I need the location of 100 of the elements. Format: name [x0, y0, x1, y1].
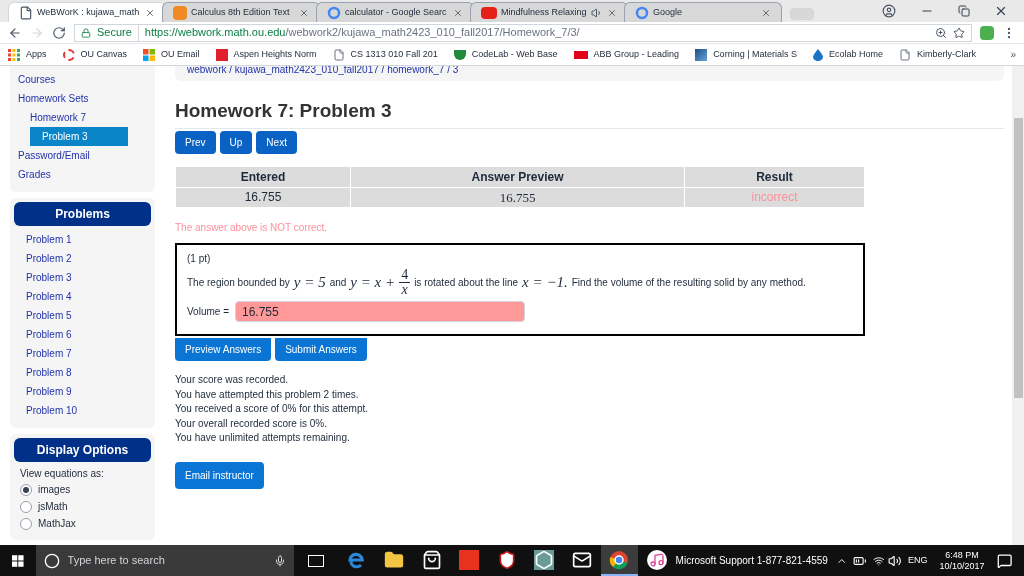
bookmark[interactable]: OU Email	[143, 47, 200, 62]
table-cell: 16.755	[350, 187, 685, 208]
drop-icon	[813, 48, 823, 61]
radio-button[interactable]	[20, 483, 32, 496]
menu-link[interactable]: Grades	[18, 165, 155, 184]
close-tab-icon[interactable]	[145, 7, 155, 18]
menu-link[interactable]: Problem 3	[30, 127, 128, 146]
taskbar-app[interactable]	[600, 545, 639, 576]
action-button[interactable]: Submit Answers	[275, 338, 367, 361]
page-title: Homework 7: Problem 3	[175, 97, 1004, 129]
windows-logo-icon	[143, 48, 156, 61]
status-line: Your overall recorded score is 0%.	[175, 416, 328, 431]
ring-icon	[62, 48, 75, 61]
scrollbar[interactable]	[1012, 66, 1024, 545]
menu-link[interactable]: Password/Email	[18, 146, 155, 165]
tab-title: calculator - Google Searc	[345, 5, 448, 19]
radio-button[interactable]	[20, 500, 32, 513]
square-icon	[215, 48, 228, 61]
restore-icon[interactable]	[958, 5, 970, 17]
problem-link[interactable]: Problem 3	[14, 268, 151, 287]
circle-icon	[43, 552, 60, 569]
bookmark[interactable]: Corning | Materials S	[695, 47, 797, 62]
microphone-icon[interactable]	[274, 554, 287, 567]
page-icon	[899, 48, 912, 61]
hexagon-icon	[534, 549, 555, 570]
nav-button[interactable]: Next	[256, 130, 297, 154]
status-line: Your score was recorded.	[175, 373, 290, 387]
menu-link[interactable]: Homework 7	[30, 108, 155, 127]
lock-icon	[81, 27, 91, 38]
radio-label: jsMath	[38, 500, 68, 514]
menu-link[interactable]: Homework Sets	[18, 89, 155, 108]
problem-link[interactable]: Problem 9	[14, 382, 151, 401]
tile-icon	[695, 48, 708, 61]
column-header: Result	[684, 166, 865, 187]
problem-link[interactable]: Problem 10	[14, 401, 151, 420]
language-indicator[interactable]: ENG	[907, 553, 928, 568]
radio-label: MathJax	[38, 517, 76, 531]
problem-link[interactable]: Problem 1	[14, 230, 151, 249]
more-bookmarks-button[interactable]: »	[1010, 47, 1016, 62]
back-icon[interactable]	[8, 25, 22, 40]
close-tab-icon[interactable]	[299, 7, 309, 18]
column-header: Answer Preview	[350, 166, 685, 187]
close-tab-icon[interactable]	[607, 7, 617, 18]
address-bar[interactable]: Secure https://webwork.math.ou.edu/webwork2/kujawa_math2423_010_fall2017/Homework_7/3/	[74, 23, 972, 42]
bookmark[interactable]: Apps	[8, 47, 47, 62]
answer-label: Volume =	[187, 305, 229, 319]
bookmark[interactable]: Ecolab Home	[813, 47, 884, 62]
problem-link[interactable]: Problem 5	[14, 306, 151, 325]
problem-link[interactable]: Problem 8	[14, 363, 151, 382]
bookmark[interactable]: Aspen Heights Norm	[215, 47, 317, 62]
music-note-icon	[646, 549, 667, 570]
bookmark[interactable]: CS 1313 010 Fall 201	[332, 47, 438, 62]
problem-link[interactable]: Problem 4	[14, 287, 151, 306]
secure-label: Secure	[97, 24, 139, 41]
task-view-icon[interactable]	[308, 554, 324, 567]
problem-link[interactable]: Problem 7	[14, 344, 151, 363]
speaker-icon[interactable]	[888, 553, 902, 568]
star-icon[interactable]	[953, 26, 965, 39]
bookmark[interactable]: OU Canvas	[62, 47, 128, 62]
windows-start-icon[interactable]	[12, 554, 24, 567]
table-cell: 16.755	[175, 187, 351, 208]
nav-button[interactable]: Up	[219, 130, 253, 154]
action-button[interactable]: Preview Answers	[175, 338, 272, 361]
points-label: (1 pt)	[187, 252, 212, 266]
display-options-heading: Display Options	[14, 438, 151, 462]
close-icon[interactable]	[994, 4, 1008, 18]
clock[interactable]: 6:48 PM 10/10/2017	[939, 549, 985, 572]
account-icon[interactable]	[882, 4, 896, 18]
problem-link[interactable]: Problem 6	[14, 325, 151, 344]
tab-title: WeBWorK : kujawa_math	[37, 5, 141, 19]
result-message: The answer above is NOT correct.	[175, 221, 329, 235]
bookmark[interactable]: Kimberly-Clark	[899, 47, 977, 62]
taskbar-search-box[interactable]: Type here to search	[35, 545, 295, 576]
table-cell: incorrect	[684, 187, 865, 208]
problem-link[interactable]: Problem 2	[14, 249, 151, 268]
support-notice: Microsoft Support 1-877-821-4559	[675, 554, 828, 568]
email-instructor-button[interactable]: Email instructor	[175, 461, 264, 489]
problems-heading: Problems	[14, 202, 151, 226]
search-field[interactable]: Type here to search	[67, 552, 267, 569]
folder-icon	[384, 549, 404, 570]
extension-icon[interactable]	[980, 25, 994, 40]
bookmark[interactable]: ABB Group - Leading	[573, 47, 680, 62]
url-text: https://webwork.math.ou.edu/webwork2/kujawa_math2423_010_fall2017/Homework_7/3/	[144, 25, 580, 41]
radio-label: images	[38, 483, 71, 497]
close-tab-icon[interactable]	[761, 7, 771, 18]
radio-button[interactable]	[20, 517, 32, 530]
bookmark[interactable]: CodeLab - Web Base	[453, 47, 558, 62]
wifi-icon[interactable]	[872, 554, 885, 567]
nav-button[interactable]: Prev	[175, 130, 216, 154]
close-tab-icon[interactable]	[453, 7, 463, 18]
reload-icon[interactable]	[52, 25, 66, 40]
app-tile-icon	[459, 549, 480, 570]
browser-tab[interactable]: Google	[624, 2, 782, 22]
tab-title: Calculus 8th Edition Text	[191, 5, 291, 19]
answer-field[interactable]: 16.755	[235, 301, 525, 322]
browser-tab[interactable]: Calculus 8th Edition Text	[162, 2, 320, 22]
bag-icon	[421, 549, 442, 570]
menu-link[interactable]: Courses	[18, 70, 155, 89]
zoom-icon[interactable]	[935, 26, 947, 39]
notifications-icon[interactable]	[996, 552, 1012, 569]
